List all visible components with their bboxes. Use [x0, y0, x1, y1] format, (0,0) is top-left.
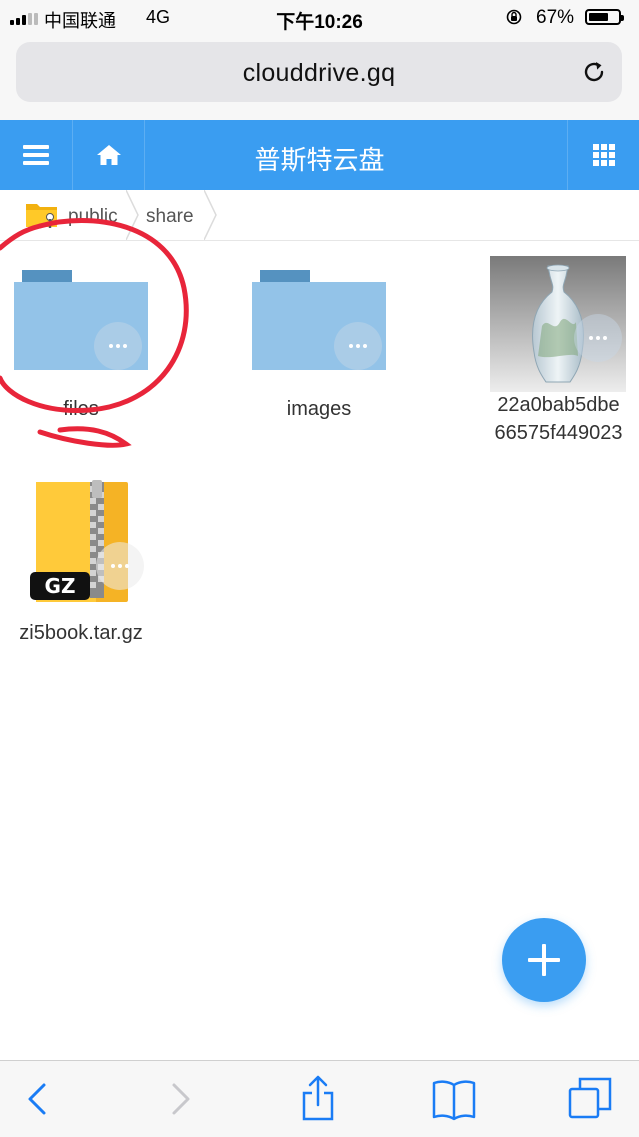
share-icon[interactable]	[294, 1075, 342, 1123]
more-options-button[interactable]	[574, 314, 622, 362]
url-text[interactable]: clouddrive.gq	[16, 59, 622, 88]
address-bar[interactable]: clouddrive.gq	[16, 42, 622, 102]
status-bar: 中国联通 4G 下午10:26 67%	[0, 0, 639, 36]
file-item-images[interactable]: images	[238, 258, 400, 428]
back-icon[interactable]	[14, 1075, 62, 1123]
breadcrumb-separator	[204, 190, 217, 240]
menu-button[interactable]	[0, 120, 72, 190]
plus-icon	[528, 944, 560, 976]
file-name: zi5book.tar.gz	[19, 622, 143, 644]
rotation-lock-icon	[506, 9, 522, 25]
tabs-icon[interactable]	[566, 1075, 614, 1123]
file-name-line2: 66575f449023	[494, 422, 623, 444]
more-options-button[interactable]	[96, 542, 144, 590]
battery-icon	[585, 9, 624, 25]
app-header: 普斯特云盘	[0, 120, 639, 190]
file-item-archive[interactable]: GZ zi5book.tar.gz	[0, 476, 162, 656]
forward-icon[interactable]	[156, 1075, 204, 1123]
grid-view-button[interactable]	[568, 120, 639, 190]
annotation-circle	[0, 218, 189, 448]
hamburger-icon	[23, 145, 49, 165]
battery-percent: 67%	[536, 7, 575, 28]
grid-icon	[592, 144, 615, 166]
browser-address-area: clouddrive.gq	[0, 36, 639, 120]
home-icon	[96, 145, 121, 165]
more-options-button[interactable]	[334, 322, 382, 370]
archive-type-badge: GZ	[44, 574, 76, 598]
file-name-line1: 22a0bab5dbe	[497, 394, 620, 416]
home-button[interactable]	[73, 120, 144, 190]
add-button[interactable]	[502, 918, 586, 1002]
bookmarks-icon[interactable]	[430, 1075, 478, 1123]
browser-toolbar	[0, 1060, 639, 1137]
reload-icon[interactable]	[580, 58, 608, 86]
file-name: images	[286, 398, 352, 420]
file-item-image[interactable]: 22a0bab5dbe 66575f449023	[478, 254, 639, 454]
